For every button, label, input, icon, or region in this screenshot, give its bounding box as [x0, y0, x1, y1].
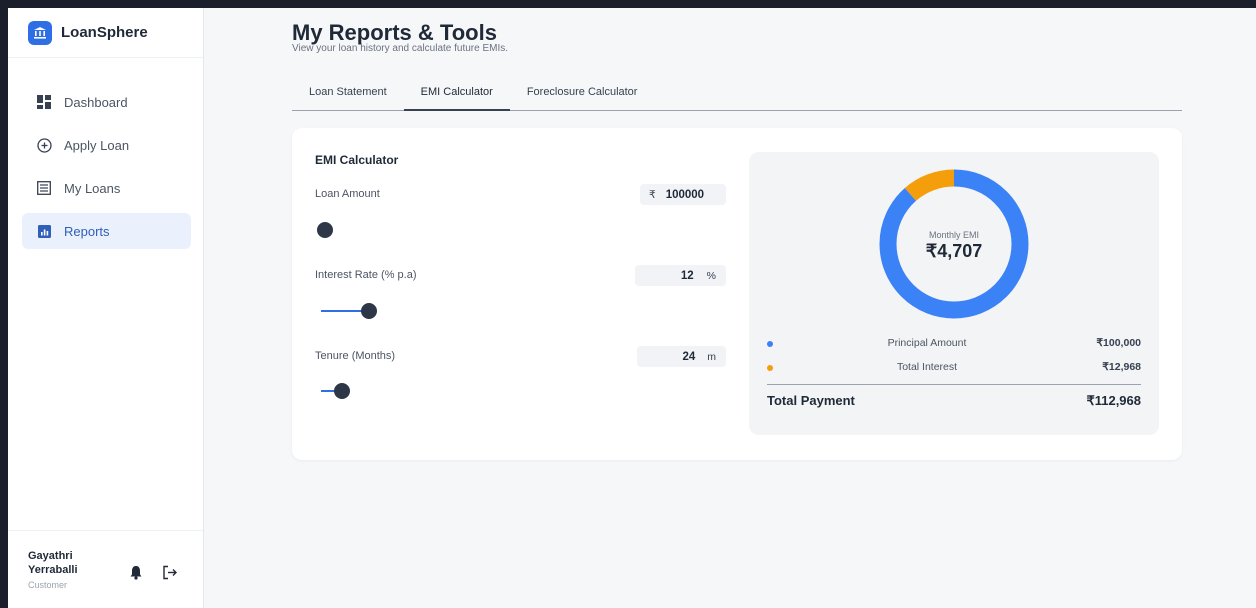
user-name: Gayathri Yerraballi [28, 549, 98, 577]
sidebar-item-dashboard[interactable]: Dashboard [22, 84, 191, 120]
total-payment-label: Total Payment [767, 393, 855, 408]
slider-track [321, 310, 365, 312]
emi-calculator-card: EMI Calculator Loan Amount ₹ 100000 Inte… [292, 128, 1182, 460]
tenure-value: 24 [682, 350, 696, 363]
tab-loan-statement[interactable]: Loan Statement [292, 78, 404, 111]
interest-legend-row: Total Interest ₹12,968 [767, 361, 1141, 375]
user-last-name: Yerraballi [28, 564, 78, 576]
currency-prefix: ₹ [649, 188, 656, 201]
loan-amount-value: 100000 [665, 188, 705, 201]
calculator-title: EMI Calculator [315, 153, 399, 167]
page-subtitle: View your loan history and calculate fut… [292, 43, 509, 54]
interest-rate-label: Interest Rate (% p.a) [315, 269, 417, 281]
sidebar-item-label: My Loans [64, 180, 121, 196]
principal-label: Principal Amount [887, 337, 967, 349]
sidebar-item-apply-loan[interactable]: Apply Loan [22, 127, 191, 163]
slider-thumb[interactable] [360, 303, 377, 319]
loan-amount-label: Loan Amount [315, 188, 380, 200]
app-window: LoanSphere Dashboard Apply Loan My Loans… [8, 8, 1256, 608]
principal-value: ₹100,000 [1096, 337, 1141, 349]
user-actions [127, 563, 179, 581]
sidebar-item-label: Dashboard [64, 94, 128, 110]
brand-name: LoanSphere [61, 24, 148, 41]
interest-label: Total Interest [896, 361, 958, 373]
plus-circle-icon [36, 137, 52, 153]
total-payment-value: ₹112,968 [1086, 393, 1141, 408]
sidebar-nav: Dashboard Apply Loan My Loans Reports [8, 58, 203, 249]
sidebar-item-reports[interactable]: Reports [22, 213, 191, 249]
principal-legend-row: Principal Amount ₹100,000 [767, 337, 1141, 351]
main-content: My Reports & Tools View your loan histor… [204, 8, 1256, 608]
list-icon [36, 180, 52, 196]
monthly-emi-label: Monthly EMI [928, 230, 979, 240]
user-profile: Gayathri Yerraballi Customer [8, 530, 203, 608]
tab-emi-calculator[interactable]: EMI Calculator [403, 78, 510, 111]
tenure-label: Tenure (Months) [315, 350, 396, 362]
interest-rate-slider[interactable] [317, 303, 697, 319]
monthly-emi-value: ₹4,707 [925, 241, 983, 261]
logout-icon[interactable] [161, 563, 179, 581]
sidebar: LoanSphere Dashboard Apply Loan My Loans… [8, 8, 204, 608]
loan-amount-slider[interactable] [317, 222, 457, 238]
dashboard-icon [36, 94, 52, 110]
total-payment-row: Total Payment ₹112,968 [767, 393, 1141, 408]
percent-suffix: % [706, 269, 716, 282]
summary-divider [767, 384, 1141, 385]
report-tabs: Loan Statement EMI Calculator Foreclosur… [292, 78, 1182, 111]
tenure-slider[interactable] [317, 383, 677, 399]
months-suffix: m [707, 350, 716, 363]
chart-icon [36, 223, 52, 239]
sidebar-item-label: Reports [64, 223, 110, 239]
slider-thumb[interactable] [334, 383, 351, 399]
emi-summary-panel: Monthly EMI ₹4,707 Principal Amount ₹100… [749, 152, 1159, 435]
loan-amount-input[interactable]: ₹ 100000 [640, 184, 726, 205]
sidebar-item-my-loans[interactable]: My Loans [22, 170, 191, 206]
user-role: Customer [28, 580, 68, 590]
sidebar-item-label: Apply Loan [64, 137, 130, 153]
user-first-name: Gayathri [28, 550, 73, 562]
brand[interactable]: LoanSphere [8, 8, 203, 58]
interest-rate-value: 12 [680, 269, 694, 282]
bell-icon[interactable] [127, 563, 145, 581]
bank-icon [28, 20, 52, 45]
tab-foreclosure-calculator[interactable]: Foreclosure Calculator [510, 78, 655, 111]
tenure-input[interactable]: 24 m [637, 346, 726, 367]
interest-rate-input[interactable]: 12 % [635, 265, 726, 286]
slider-thumb[interactable] [317, 222, 333, 238]
interest-value: ₹12,968 [1102, 361, 1141, 373]
